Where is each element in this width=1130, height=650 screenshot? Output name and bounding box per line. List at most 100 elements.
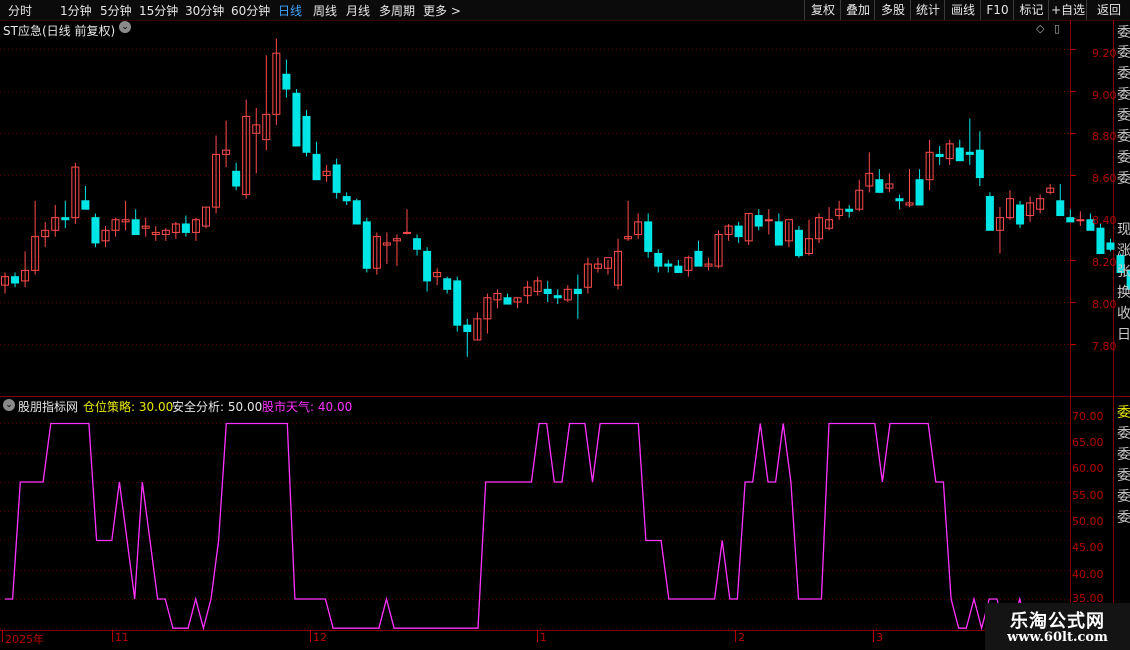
- weather-indicator-line: [5, 422, 1035, 631]
- candle-body: [131, 219, 140, 236]
- candle-body: [61, 217, 70, 221]
- date-label: 3: [876, 631, 883, 644]
- quote-side-panel[interactable]: 委 委 委 委 委 委 委 委 现 涨 张 换 收 日 委 委 委 委 委 委: [1115, 22, 1130, 632]
- candle-body: [312, 153, 321, 181]
- overlay-button[interactable]: 叠加: [840, 0, 875, 20]
- more-periods-button[interactable]: 更多 >: [423, 2, 461, 19]
- kline-chart-svg[interactable]: [0, 20, 1130, 650]
- side-panel-char: 委: [1117, 45, 1130, 61]
- candle-body: [654, 252, 663, 267]
- candle-body: [362, 221, 371, 269]
- adjust-rights-button[interactable]: 复权: [804, 0, 841, 20]
- date-label: 2: [738, 631, 745, 644]
- candle-body: [342, 196, 351, 202]
- candle-body: [282, 73, 291, 90]
- price-tick: 8.40: [1092, 214, 1117, 227]
- candle-body: [975, 149, 984, 179]
- candle-body: [503, 297, 512, 305]
- period-tab-monthly[interactable]: 月线: [346, 2, 370, 19]
- side-panel-char: 涨: [1117, 243, 1130, 259]
- period-tab-multi[interactable]: 多周期: [379, 2, 415, 19]
- candle-body: [1016, 204, 1025, 225]
- candle-body: [1076, 219, 1085, 222]
- price-tick: 7.80: [1092, 340, 1117, 353]
- candle-body: [443, 278, 452, 290]
- candle-body: [423, 250, 432, 282]
- chart-title: ST应急(日线 前复权): [3, 24, 116, 38]
- side-panel-char: 委: [1117, 171, 1130, 187]
- period-tab-1min[interactable]: 1分钟: [60, 2, 92, 19]
- price-tick: 8.80: [1092, 130, 1117, 143]
- indicator-tick: 55.00: [1072, 489, 1104, 502]
- title-dropdown-icon[interactable]: ⌄: [119, 21, 131, 33]
- diamond-icon[interactable]: ◇: [1036, 22, 1044, 35]
- side-panel-char: 委: [1117, 87, 1130, 103]
- indicator-dropdown-icon[interactable]: ⌄: [3, 399, 15, 411]
- candle-body: [985, 196, 994, 231]
- f10-button[interactable]: F10: [980, 0, 1014, 20]
- back-button[interactable]: 返回: [1086, 0, 1130, 20]
- candle-body: [764, 219, 773, 222]
- candle-body: [403, 231, 411, 234]
- mark-button[interactable]: 标记: [1013, 0, 1049, 20]
- period-tab-5min[interactable]: 5分钟: [100, 2, 132, 19]
- candle-body: [895, 198, 904, 202]
- price-tick: 8.60: [1092, 172, 1117, 185]
- indicator-tick: 60.00: [1072, 462, 1104, 475]
- side-panel-char: 委: [1117, 489, 1130, 505]
- candle-body: [181, 223, 190, 233]
- side-panel-char: 委: [1117, 108, 1130, 124]
- date-label: 11: [115, 631, 129, 644]
- indicator-tick: 65.00: [1072, 436, 1104, 449]
- price-tick: 9.20: [1092, 47, 1117, 60]
- window-toggle-icon[interactable]: ▯: [1054, 22, 1060, 35]
- candle-body: [955, 147, 964, 162]
- price-tick: 9.00: [1092, 89, 1117, 102]
- chart-area: ST应急(日线 前复权) ⌄ ◇ ▯ 9.20 9.00 8.80 8.60 8…: [0, 20, 1130, 650]
- candle-body: [875, 179, 884, 193]
- side-panel-char: 换: [1117, 285, 1130, 301]
- candle-body: [81, 200, 90, 210]
- candle-body: [774, 221, 783, 246]
- candle-body: [413, 238, 422, 250]
- period-tab-daily[interactable]: 日线: [278, 2, 302, 19]
- side-panel-char: 委: [1117, 150, 1130, 166]
- candle-body: [734, 225, 743, 238]
- side-panel-char: 日: [1117, 327, 1130, 343]
- candle-body: [573, 288, 582, 295]
- period-toolbar: 分时 1分钟 5分钟 15分钟 30分钟 60分钟 日线 周线 月线 多周期 更…: [0, 0, 1130, 21]
- period-tab-weekly[interactable]: 周线: [313, 2, 337, 19]
- side-panel-char: 委: [1117, 447, 1130, 463]
- candle-body: [845, 208, 854, 212]
- candle-body: [553, 295, 562, 299]
- side-panel-char: 委: [1117, 468, 1130, 484]
- period-tab-timeshare[interactable]: 分时: [8, 2, 32, 19]
- indicator-tick: 45.00: [1072, 541, 1104, 554]
- statistics-button[interactable]: 统计: [910, 0, 945, 20]
- position-strategy-value: 仓位策略: 30.00: [83, 400, 174, 414]
- candle-body: [1066, 217, 1075, 223]
- candle-body: [453, 280, 462, 326]
- candle-body: [332, 164, 341, 193]
- candle-body: [664, 263, 673, 267]
- draw-line-button[interactable]: 画线: [944, 0, 981, 20]
- side-panel-char: 现: [1117, 222, 1130, 238]
- period-tab-30min[interactable]: 30分钟: [185, 2, 224, 19]
- indicator-name[interactable]: 股朋指标网: [18, 398, 78, 415]
- multi-stock-button[interactable]: 多股: [874, 0, 911, 20]
- candle-body: [232, 170, 241, 187]
- candle-body: [644, 221, 653, 252]
- safety-analysis-value: 安全分析: 50.00: [172, 400, 263, 414]
- candle-body: [915, 179, 924, 206]
- candle-body: [302, 115, 311, 153]
- period-tab-60min[interactable]: 60分钟: [231, 2, 270, 19]
- candle-body: [754, 215, 763, 227]
- indicator-tick: 70.00: [1072, 410, 1104, 423]
- indicator-tick: 40.00: [1072, 568, 1104, 581]
- side-panel-char: 委: [1117, 426, 1130, 442]
- add-watchlist-button[interactable]: +自选: [1048, 0, 1087, 20]
- period-tab-15min[interactable]: 15分钟: [139, 2, 178, 19]
- candle-body: [694, 250, 703, 267]
- side-panel-char: 委: [1117, 129, 1130, 145]
- side-panel-char: 收: [1117, 306, 1130, 322]
